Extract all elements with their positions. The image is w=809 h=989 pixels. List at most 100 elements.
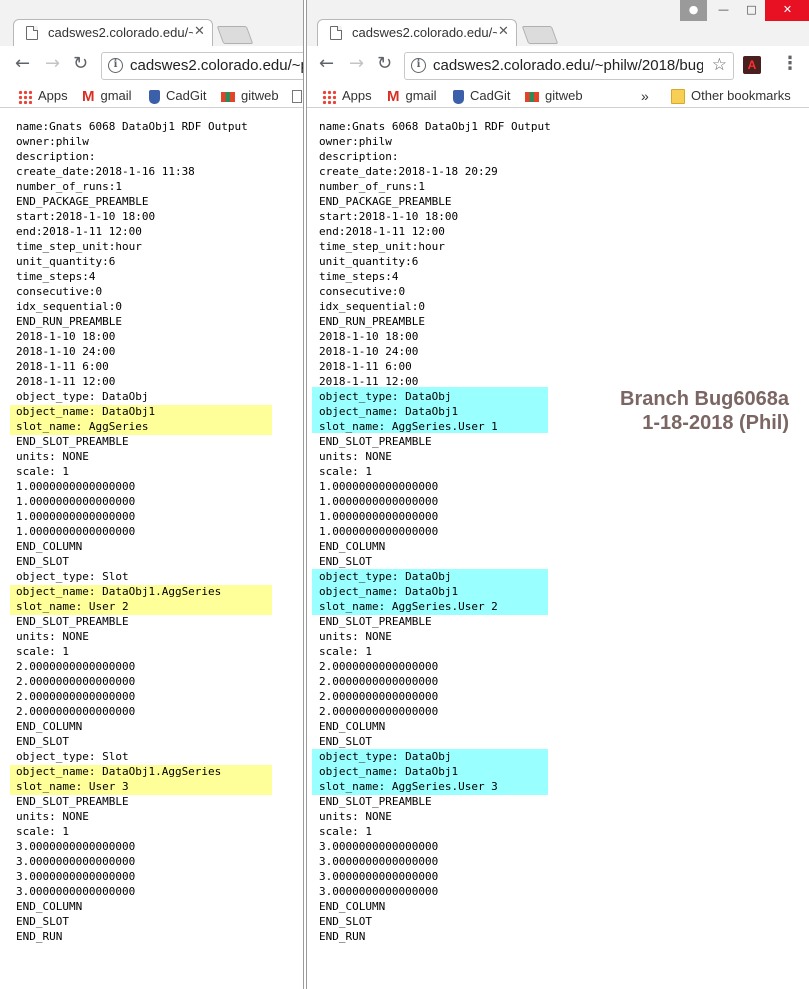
text-line: object_type: Slot [16,570,129,583]
text-line: name:Gnats 6068 DataObj1 RDF Output [16,120,248,133]
browser-tab[interactable]: cadswes2.colorado.edu/~ ✕ [317,19,517,46]
reload-icon[interactable]: ↻ [377,54,392,74]
text-line: object_type: DataObj [319,750,452,763]
text-line: time_steps:4 [16,270,96,283]
text-line: END_SLOT_PREAMBLE [16,795,129,808]
text-line: END_SLOT [319,555,372,568]
annotation-line-2: 1-18-2018 (Phil) [642,412,789,434]
bookmark-page[interactable] [292,87,303,105]
maximize-icon[interactable]: □ [738,0,765,21]
text-line: units: NONE [16,810,89,823]
text-line: consecutive:0 [319,285,406,298]
forward-arrow-icon[interactable]: → [45,54,60,74]
text-line: units: NONE [319,630,392,643]
bookmark-gmail[interactable]: Mgmail [82,87,132,105]
bookmark-cadgit[interactable]: CadGit [453,87,510,105]
page-favicon-icon [330,26,342,40]
other-bookmarks-label: Other bookmarks [691,88,791,103]
minimize-icon[interactable]: — [710,0,737,21]
text-line: 3.0000000000000000 [16,885,136,898]
text-line: scale: 1 [16,825,69,838]
bookmark-cadgit[interactable]: CadGit [149,87,206,105]
bookmark-gmail[interactable]: Mgmail [387,87,437,105]
pdf-extension-icon[interactable]: A [743,56,761,74]
text-line: 2.0000000000000000 [319,705,439,718]
text-line: slot_name: User 2 [16,600,129,613]
site-info-icon[interactable]: i [108,58,123,73]
text-line: start:2018-1-10 18:00 [319,210,459,223]
text-line: 2018-1-10 18:00 [16,330,116,343]
text-line: END_SLOT_PREAMBLE [16,615,129,628]
right-browser-window: cadswes2.colorado.edu/~ ✕ ● — □ ✕ ← → ↻ … [306,0,809,989]
apps-grid-icon [322,89,336,104]
folder-icon [671,89,685,105]
text-line: 1.0000000000000000 [16,480,136,493]
forward-arrow-icon[interactable]: → [349,54,364,74]
text-line: END_COLUMN [319,900,386,913]
back-arrow-icon[interactable]: ← [319,54,334,74]
text-line: 3.0000000000000000 [16,840,136,853]
text-line: END_COLUMN [16,720,83,733]
text-line: slot_name: AggSeries [16,420,149,433]
page-icon [292,90,302,104]
text-line: number_of_runs:1 [319,180,425,193]
text-line: object_name: DataObj1 [319,585,459,598]
other-bookmarks[interactable]: Other bookmarks [671,87,791,105]
close-window-icon[interactable]: ✕ [765,0,809,21]
bookmark-apps[interactable]: Apps [322,87,372,105]
tab-strip: cadswes2.colorado.edu/~ ✕ [0,0,303,46]
text-line: units: NONE [16,630,89,643]
text-line: 2018-1-11 6:00 [16,360,109,373]
text-line: slot_name: User 3 [16,780,129,793]
page-content: name:Gnats 6068 DataObj1 RDF Output owner… [0,109,303,989]
new-tab-button[interactable] [216,26,254,44]
text-line: units: NONE [16,450,89,463]
tab-close-icon[interactable]: ✕ [194,24,205,39]
site-info-icon[interactable]: i [411,58,426,73]
text-line: object_type: DataObj [16,390,149,403]
text-line: 2.0000000000000000 [16,675,136,688]
text-line: 2.0000000000000000 [16,705,136,718]
gitweb-icon [221,91,235,102]
bookmark-label: gmail [100,88,132,103]
left-browser-window: cadswes2.colorado.edu/~ ✕ ← → ↻ i cadswe… [0,0,304,989]
text-line: idx_sequential:0 [16,300,122,313]
bookmark-apps[interactable]: Apps [18,87,68,105]
text-line: scale: 1 [16,465,69,478]
text-line: 2.0000000000000000 [319,690,439,703]
text-line: description: [319,150,399,163]
text-line: 2.0000000000000000 [16,690,136,703]
tab-close-icon[interactable]: ✕ [498,24,509,39]
text-line: END_SLOT_PREAMBLE [16,435,129,448]
address-bar[interactable]: i cadswes2.colorado.edu/~phi [101,52,303,80]
gmail-icon: M [387,87,400,105]
text-line: 2.0000000000000000 [319,660,439,673]
bookmarks-overflow-icon[interactable]: » [641,87,649,105]
bookmark-gitweb[interactable]: gitweb [525,87,583,105]
address-bar[interactable]: i cadswes2.colorado.edu/~philw/2018/bug.… [404,52,734,80]
back-arrow-icon[interactable]: ← [15,54,30,74]
new-tab-button[interactable] [521,26,559,44]
text-line: description: [16,150,96,163]
text-line: END_SLOT [319,915,372,928]
text-line: END_SLOT [16,735,69,748]
bookmark-gitweb[interactable]: gitweb [221,87,279,105]
bookmark-star-icon[interactable]: ☆ [712,55,727,75]
reload-icon[interactable]: ↻ [73,54,88,74]
text-line: time_steps:4 [319,270,399,283]
menu-kebab-icon[interactable]: ⋮ [781,54,799,74]
text-line: END_COLUMN [319,720,386,733]
text-line: 2.0000000000000000 [319,675,439,688]
browser-tab[interactable]: cadswes2.colorado.edu/~ ✕ [13,19,213,46]
text-line: object_name: DataObj1 [319,405,459,418]
address-url: cadswes2.colorado.edu/~philw/2018/bug... [433,57,703,74]
text-line: END_SLOT_PREAMBLE [319,435,432,448]
profile-icon[interactable]: ● [680,0,707,21]
text-line: END_PACKAGE_PREAMBLE [319,195,452,208]
text-line: object_type: DataObj [319,390,452,403]
text-line: unit_quantity:6 [16,255,116,268]
browser-toolbar: ← → ↻ i cadswes2.colorado.edu/~phi [0,46,303,84]
tab-strip: cadswes2.colorado.edu/~ ✕ ● — □ ✕ [307,0,809,46]
text-line: time_step_unit:hour [16,240,142,253]
text-line: END_RUN [16,930,63,943]
